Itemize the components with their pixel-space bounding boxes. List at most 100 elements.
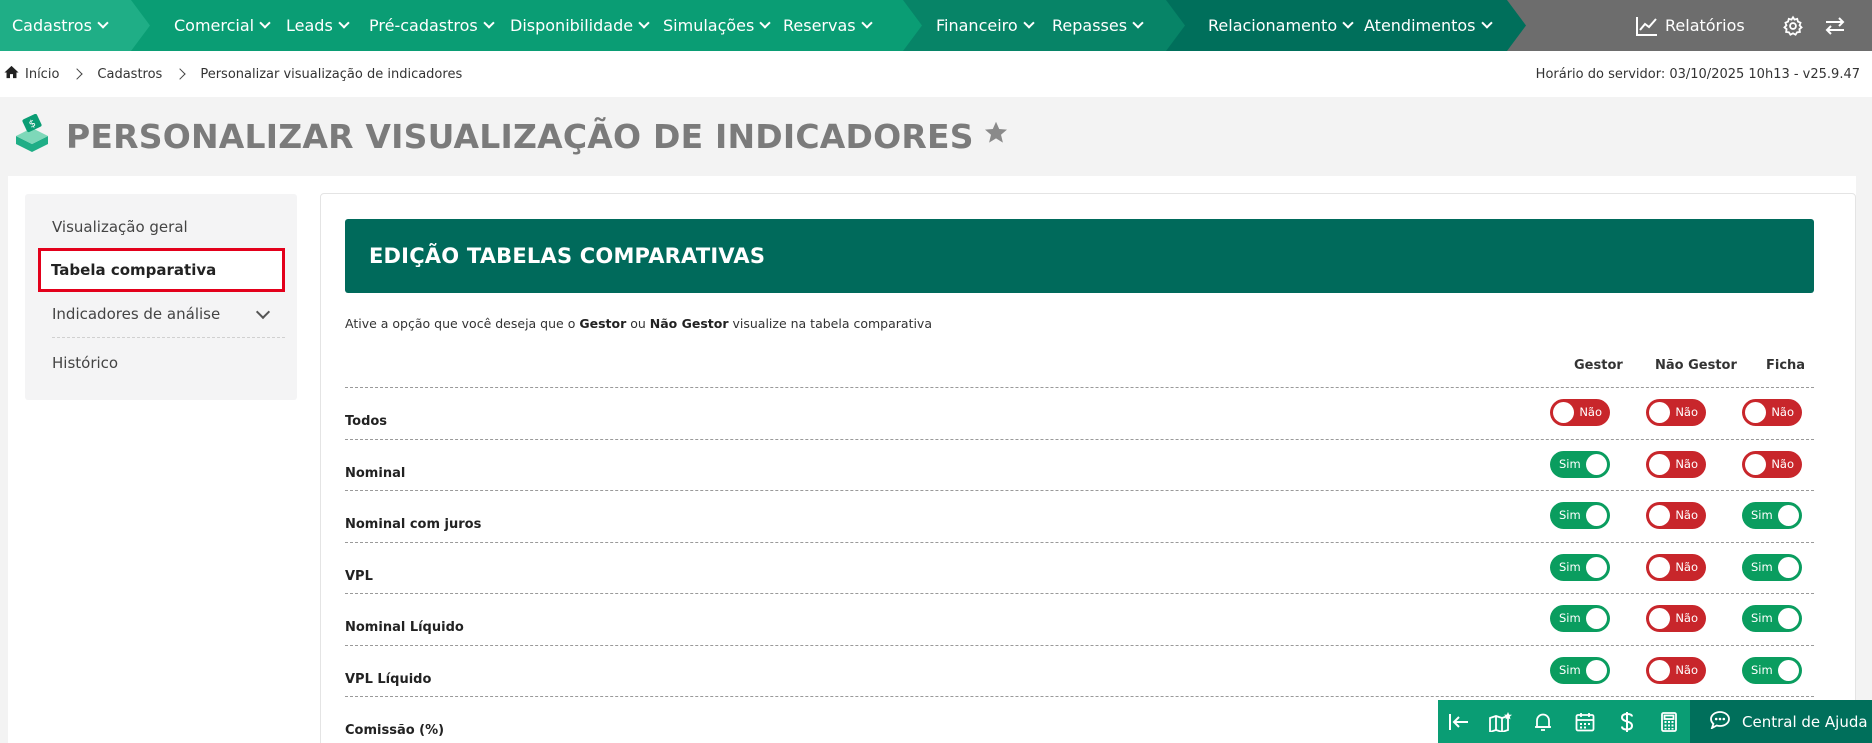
toggle-state-label: Sim: [1559, 662, 1581, 677]
calculator-icon[interactable]: [1648, 700, 1690, 743]
breadcrumb-home[interactable]: Início: [4, 65, 59, 83]
toggle-knob: [1649, 556, 1670, 578]
switch-button[interactable]: [1824, 0, 1846, 51]
sidebar-item-tabela-comparativa[interactable]: Tabela comparativa: [51, 261, 216, 279]
breadcrumb-cadastros[interactable]: Cadastros: [97, 67, 162, 82]
row-divider: [345, 593, 1814, 594]
nav-relacionamento[interactable]: Relacionamento: [1208, 0, 1354, 51]
chevron-down-icon: [97, 17, 109, 29]
row-divider: [345, 644, 1814, 646]
chevron-down-icon: [1132, 17, 1144, 29]
toggle-ficha[interactable]: Não: [1742, 450, 1802, 478]
sidebar-item-historico[interactable]: Histórico: [52, 354, 118, 372]
row-divider: [345, 696, 1814, 697]
breadcrumb-current: Personalizar visualização de indicadores: [200, 66, 463, 82]
chevron-down-icon[interactable]: [255, 304, 271, 320]
top-navigation: Cadastros Comercial Leads Pré-cadastros …: [0, 0, 1872, 51]
nav-leads[interactable]: Leads: [286, 0, 350, 51]
toggle-state-label: Não: [1675, 559, 1698, 574]
chevron-down-icon: [483, 17, 495, 29]
favorite-star-icon[interactable]: [984, 121, 1008, 148]
toggle-state-label: Sim: [1751, 508, 1773, 522]
toggle-knob: [1586, 608, 1607, 629]
server-time: Horário do servidor: 03/10/2025 10h13 - …: [1535, 66, 1860, 82]
toggle-ficha[interactable]: Não: [1742, 399, 1802, 426]
bell-icon[interactable]: [1522, 700, 1564, 743]
collapse-left-icon[interactable]: [1438, 700, 1480, 743]
nav-simulacoes[interactable]: Simulações: [663, 0, 772, 51]
calendar-icon[interactable]: [1564, 700, 1606, 743]
breadcrumb: Início Cadastros Personalizar visualizaç…: [0, 51, 1872, 97]
toggle-knob: [1553, 402, 1574, 423]
nav-comercial[interactable]: Comercial: [174, 0, 271, 51]
toggle-knob: [1586, 556, 1607, 578]
toggle-gestor[interactable]: Sim: [1550, 553, 1610, 581]
home-icon: [4, 65, 19, 83]
toggle-state-label: Não: [1675, 611, 1698, 625]
nav-atendimentos[interactable]: Atendimentos: [1364, 0, 1493, 51]
nav-financeiro[interactable]: Financeiro: [936, 0, 1035, 51]
sidebar-divider: [52, 337, 285, 338]
toggle-nao-gestor[interactable]: Não: [1646, 656, 1706, 684]
nav-disponibilidade[interactable]: Disponibilidade: [510, 0, 650, 51]
toggle-knob: [1649, 505, 1670, 526]
toggle-knob: [1586, 453, 1607, 475]
toggle-ficha[interactable]: Sim: [1742, 553, 1802, 581]
nav-reservas[interactable]: Reservas: [783, 0, 873, 51]
dollar-icon[interactable]: [1606, 700, 1648, 743]
row-label: Comissão (%): [345, 723, 445, 738]
map-star-icon[interactable]: [1480, 700, 1522, 743]
help-center-button[interactable]: Central de Ajuda: [1690, 700, 1872, 743]
swap-arrows-icon: [1824, 16, 1846, 36]
gear-icon: [1782, 15, 1804, 37]
chevron-down-icon: [1023, 17, 1035, 29]
sidebar-item-indicadores-analise[interactable]: Indicadores de análise: [52, 305, 220, 323]
section-title: EDIÇÃO TABELAS COMPARATIVAS: [369, 244, 766, 268]
toggle-state-label: Sim: [1751, 559, 1773, 574]
toggle-knob: [1649, 402, 1670, 423]
toggle-state-label: Não: [1675, 508, 1698, 522]
row-label: VPL Líquido: [345, 671, 432, 687]
chevron-right-icon: [71, 68, 84, 80]
toggle-ficha[interactable]: Sim: [1742, 656, 1802, 684]
sidebar-item-visualizacao-geral[interactable]: Visualização geral: [52, 218, 188, 236]
toggle-state-label: Não: [1675, 662, 1698, 677]
chevron-down-icon: [1342, 17, 1354, 29]
toggle-gestor[interactable]: Sim: [1550, 605, 1610, 632]
toggle-nao-gestor[interactable]: Não: [1646, 553, 1706, 581]
toggle-nao-gestor[interactable]: Não: [1646, 605, 1706, 632]
toggle-nao-gestor[interactable]: Não: [1646, 399, 1706, 426]
toggle-state-label: Não: [1675, 405, 1698, 419]
row-label: Nominal com juros: [345, 517, 482, 532]
toggle-gestor[interactable]: Sim: [1550, 502, 1610, 529]
toggle-nao-gestor[interactable]: Não: [1646, 450, 1706, 478]
toggle-knob: [1649, 659, 1670, 681]
chevron-down-icon: [860, 17, 873, 29]
page-header: $ PERSONALIZAR VISUALIZAÇÃO DE INDICADOR…: [12, 110, 1008, 162]
toggle-knob: [1778, 556, 1799, 578]
settings-button[interactable]: [1782, 0, 1804, 51]
nav-cadastros[interactable]: Cadastros: [12, 0, 109, 51]
chevron-down-icon: [759, 17, 772, 29]
chat-bubble-icon: [1710, 710, 1730, 733]
nav-repasses[interactable]: Repasses: [1052, 0, 1144, 51]
toggle-gestor[interactable]: Sim: [1550, 656, 1610, 684]
toggle-ficha[interactable]: Sim: [1742, 502, 1802, 529]
toggle-gestor[interactable]: Não: [1550, 399, 1610, 426]
section-banner: EDIÇÃO TABELAS COMPARATIVAS: [345, 219, 1814, 293]
reports-button[interactable]: Relatórios: [1636, 0, 1745, 51]
toggle-knob: [1745, 453, 1766, 475]
toggle-ficha[interactable]: Sim: [1742, 605, 1802, 632]
toggle-nao-gestor[interactable]: Não: [1646, 502, 1706, 529]
nav-pre-cadastros[interactable]: Pré-cadastros: [369, 0, 495, 51]
toggle-state-label: Não: [1675, 456, 1698, 471]
row-divider: [345, 490, 1814, 491]
toggle-state-label: Sim: [1751, 662, 1773, 677]
toggle-gestor[interactable]: Sim: [1550, 450, 1610, 478]
toggle-state-label: Sim: [1559, 456, 1581, 471]
toggle-knob: [1586, 505, 1607, 526]
toggle-knob: [1778, 505, 1799, 526]
toggle-state-label: Sim: [1751, 611, 1773, 625]
column-header-nao-gestor: Não Gestor: [1655, 358, 1737, 373]
row-divider: [345, 387, 1814, 388]
